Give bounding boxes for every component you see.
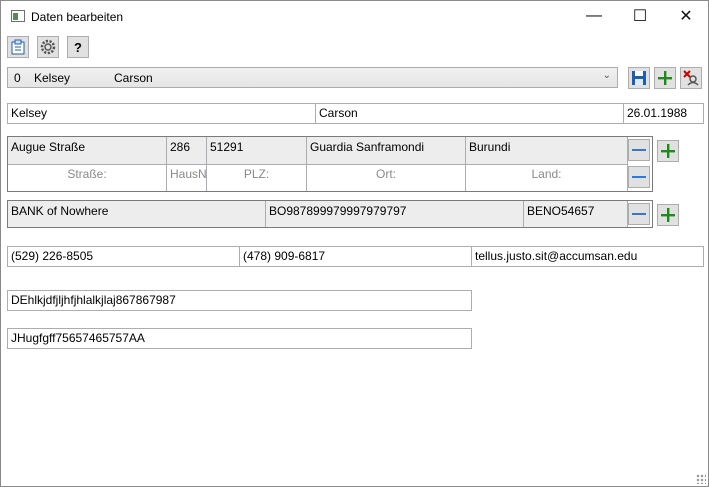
selector-id: 0 bbox=[14, 71, 21, 85]
street-input[interactable]: Straße: bbox=[8, 164, 167, 191]
resize-grip[interactable] bbox=[696, 474, 706, 484]
phone1-field[interactable]: (529) 226-8505 bbox=[7, 246, 240, 267]
country-field[interactable]: Burundi bbox=[466, 137, 628, 164]
help-icon: ? bbox=[74, 39, 82, 55]
city-input[interactable]: Ort: bbox=[307, 164, 466, 191]
birth-date-field[interactable]: 26.01.1988 bbox=[623, 103, 704, 124]
help-button[interactable]: ? bbox=[67, 36, 89, 58]
minimize-icon: — bbox=[586, 7, 602, 24]
new-address-row: Straße: HausN PLZ: Ort: Land: bbox=[8, 164, 628, 191]
bank-row: BANK of Nowhere BO987899979997979797 BEN… bbox=[8, 201, 628, 227]
maximize-button[interactable]: ☐ bbox=[617, 1, 663, 31]
settings-button[interactable] bbox=[37, 36, 59, 58]
plus-icon bbox=[661, 144, 675, 158]
remove-address-button[interactable] bbox=[628, 139, 650, 161]
clipboard-icon bbox=[11, 39, 25, 55]
extra-field-1[interactable]: DEhlkjdfjljhfjhlalkjlaj867867987 bbox=[7, 290, 472, 311]
gear-icon bbox=[40, 39, 56, 55]
clipboard-button[interactable] bbox=[7, 36, 29, 58]
record-selector[interactable]: 0 Kelsey Carson ⌄ bbox=[7, 67, 618, 88]
first-name-field[interactable]: Kelsey bbox=[7, 103, 316, 124]
zip-input[interactable]: PLZ: bbox=[207, 164, 307, 191]
house-number-input[interactable]: HausN bbox=[167, 164, 207, 191]
plus-icon bbox=[658, 71, 672, 85]
add-address-button[interactable] bbox=[657, 140, 679, 162]
delete-record-button[interactable] bbox=[680, 67, 702, 89]
house-number-field[interactable]: 286 bbox=[167, 137, 207, 164]
plus-icon bbox=[661, 208, 675, 222]
window: Daten bearbeiten — ☐ ✕ ? 0 Kelsey Carson… bbox=[0, 0, 709, 487]
minimize-button[interactable]: — bbox=[571, 1, 617, 31]
email-field[interactable]: tellus.justo.sit@accumsan.edu bbox=[471, 246, 704, 267]
last-name-field[interactable]: Carson bbox=[315, 103, 624, 124]
extra-field-2[interactable]: JHugfgff75657465757AA bbox=[7, 328, 472, 349]
add-bank-button[interactable] bbox=[657, 204, 679, 226]
bank-group: BANK of Nowhere BO987899979997979797 BEN… bbox=[7, 200, 653, 228]
app-icon bbox=[11, 10, 25, 22]
maximize-icon: ☐ bbox=[632, 8, 648, 25]
iban-field[interactable]: BO987899979997979797 bbox=[266, 201, 524, 227]
selector-last-name: Carson bbox=[114, 71, 153, 85]
zip-field[interactable]: 51291 bbox=[207, 137, 307, 164]
close-icon: ✕ bbox=[679, 8, 693, 25]
save-button[interactable] bbox=[628, 67, 650, 89]
close-button[interactable]: ✕ bbox=[663, 1, 708, 31]
city-field[interactable]: Guardia Sanframondi bbox=[307, 137, 466, 164]
bank-name-field[interactable]: BANK of Nowhere bbox=[8, 201, 266, 227]
remove-user-icon bbox=[683, 70, 699, 86]
phone2-field[interactable]: (478) 909-6817 bbox=[239, 246, 472, 267]
remove-bank-button[interactable] bbox=[628, 203, 650, 225]
add-record-button[interactable] bbox=[654, 67, 676, 89]
save-icon bbox=[632, 71, 646, 85]
address-row: Augue Straße 286 51291 Guardia Sanframon… bbox=[8, 137, 628, 165]
address-group: Augue Straße 286 51291 Guardia Sanframon… bbox=[7, 136, 653, 192]
street-field[interactable]: Augue Straße bbox=[8, 137, 167, 164]
selector-first-name: Kelsey bbox=[34, 71, 71, 85]
remove-address-button-2[interactable] bbox=[628, 166, 650, 188]
window-title: Daten bearbeiten bbox=[31, 10, 124, 24]
country-input[interactable]: Land: bbox=[466, 164, 628, 191]
bic-field[interactable]: BENO54657 bbox=[524, 201, 628, 227]
chevron-down-icon: ⌄ bbox=[602, 70, 611, 81]
